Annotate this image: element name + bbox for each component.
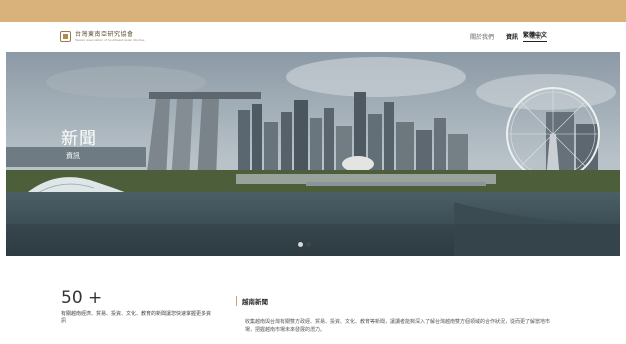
logo-subtitle: Taiwan Association of Southeast Asian St… xyxy=(75,37,145,42)
carousel-dot-active[interactable] xyxy=(306,242,311,247)
carousel-indicators xyxy=(298,242,311,247)
logo-title: 台灣東南亞研究協會 xyxy=(75,30,134,38)
section-description: 收集越南與台灣有關雙方政經、貿易、投資、文化、教育等新聞，讓讀者能夠深入了解台灣… xyxy=(245,319,551,333)
top-accent-bar xyxy=(0,0,626,22)
nav-item-news[interactable]: 資訊 xyxy=(506,32,518,41)
hero-subtitle: 資訊 xyxy=(66,152,80,160)
hero-banner: 新聞 資訊 xyxy=(6,52,620,256)
news-count: 50 + xyxy=(61,288,103,308)
site-logo[interactable]: 台灣東南亞研究協會 Taiwan Association of Southeas… xyxy=(60,31,144,42)
navigation-bar: 台灣東南亞研究協會 Taiwan Association of Southeas… xyxy=(6,22,620,52)
section-title: 越南新聞 xyxy=(236,296,268,306)
news-count-description: 有關越南經濟、貿易、投資、文化、教育的新聞讓您快速掌握更多資訊 xyxy=(61,311,212,324)
logo-emblem-icon xyxy=(60,31,71,42)
nav-item-about[interactable]: 關於我們 xyxy=(470,32,494,41)
carousel-dot[interactable] xyxy=(298,242,303,247)
language-selector[interactable]: 繁體中文 xyxy=(523,30,548,42)
hero-title: 新聞 xyxy=(61,129,97,149)
singapore-skyline-image xyxy=(6,52,620,256)
